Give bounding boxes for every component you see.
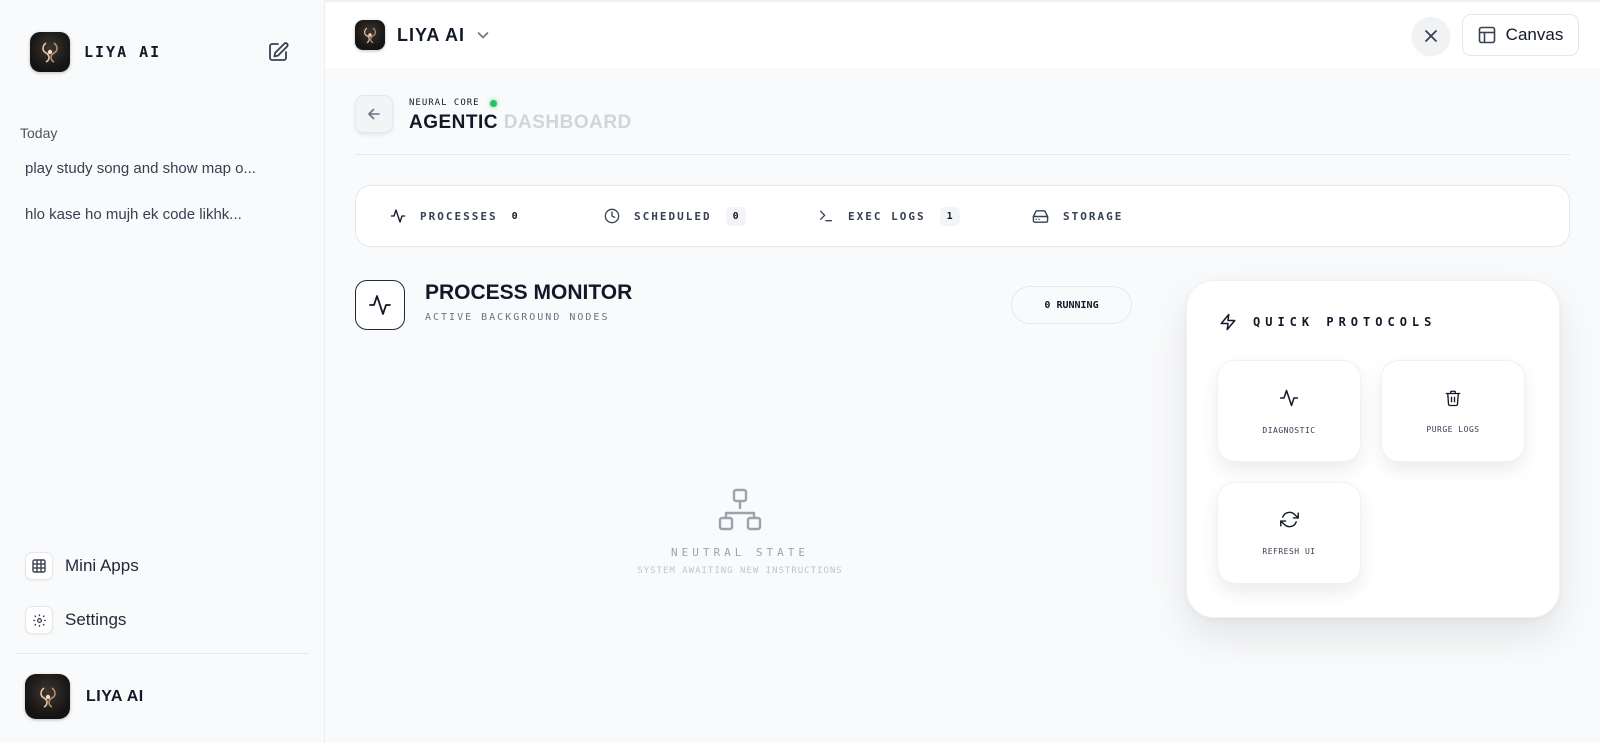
chat-history-item[interactable]: play study song and show map o... [25, 160, 285, 177]
tab-count: 1 [939, 206, 960, 226]
activity-icon [355, 280, 405, 330]
user-name: LIYA AI [86, 687, 144, 705]
close-icon [1425, 30, 1437, 42]
terminal-icon [820, 210, 832, 222]
tab-count: 0 [725, 206, 746, 226]
page-title-faded: DASHBOARD [503, 112, 632, 133]
quick-protocols-panel: QUICK PROTOCOLS DIAGNOSTIC PURGE LOGS RE… [1186, 280, 1560, 618]
diagnostic-label: DIAGNOSTIC [1262, 425, 1316, 435]
dashboard-tabs: PROCESSES 0 SCHEDULED 0 EXEC LOGS 1 STOR… [355, 185, 1570, 247]
top-bar: LIYA AI Canvas [325, 0, 1600, 68]
page-eyebrow: NEURAL CORE [409, 98, 497, 108]
model-name: LIYA AI [397, 24, 466, 45]
lightning-icon [1220, 313, 1236, 331]
purge-logs-label: PURGE LOGS [1426, 424, 1480, 434]
clock-icon [604, 208, 620, 224]
process-monitor-title: PROCESS MONITOR [425, 281, 633, 304]
activity-icon [1279, 389, 1299, 406]
process-monitor-subtitle: ACTIVE BACKGROUND NODES [425, 312, 610, 323]
activity-icon [390, 209, 406, 223]
running-count-badge: 0 RUNNING [1011, 286, 1132, 324]
sidebar-brand[interactable]: LIYA AI [30, 32, 161, 72]
sidebar-item-label: Settings [65, 610, 127, 629]
back-button[interactable] [355, 95, 393, 133]
arrow-left-icon [368, 108, 380, 120]
new-chat-button[interactable] [266, 40, 290, 64]
online-status-dot [489, 99, 497, 107]
edit-icon [269, 42, 289, 61]
dashboard-main: NEURAL CORE AGENTIC DASHBOARD PROCESSES … [325, 68, 1600, 743]
refresh-icon [1279, 511, 1299, 528]
network-icon [718, 488, 762, 531]
tab-storage[interactable]: STORAGE [1032, 186, 1123, 246]
sidebar-section-today: Today [20, 125, 58, 141]
sidebar-item-label: Mini Apps [65, 556, 139, 575]
tab-exec-logs[interactable]: EXEC LOGS 1 [818, 186, 960, 246]
page-title-main: AGENTIC [409, 112, 498, 133]
trash-icon [1445, 390, 1461, 406]
canvas-label: Canvas [1505, 25, 1564, 44]
chevron-down-icon [477, 32, 489, 39]
tab-label: EXEC LOGS [848, 209, 926, 223]
hard-drive-icon [1032, 209, 1049, 223]
tab-processes[interactable]: PROCESSES 0 [390, 186, 518, 246]
sidebar-divider [16, 653, 309, 654]
grid-icon [25, 552, 53, 580]
tab-label: SCHEDULED [634, 209, 712, 223]
gear-icon [25, 606, 53, 634]
quick-protocols-title: QUICK PROTOCOLS [1219, 313, 1436, 331]
sidebar-brand-name: LIYA AI [84, 43, 162, 61]
layout-icon [1478, 26, 1495, 44]
brand-logo-icon [30, 32, 70, 72]
tab-label: PROCESSES [420, 209, 498, 223]
chat-history-item[interactable]: hlo kase ho mujh ek code likhk... [25, 206, 285, 223]
canvas-button[interactable]: Canvas [1462, 14, 1579, 56]
eyebrow-text: NEURAL CORE [409, 98, 480, 108]
header-divider [355, 154, 1570, 155]
tab-label: STORAGE [1063, 209, 1124, 223]
model-selector[interactable]: LIYA AI [355, 20, 491, 50]
sidebar: LIYA AI Today play study song and show m… [0, 0, 325, 743]
sidebar-item-settings[interactable]: Settings [25, 606, 126, 634]
sidebar-item-mini-apps[interactable]: Mini Apps [25, 552, 139, 580]
diagnostic-button[interactable]: DIAGNOSTIC [1217, 360, 1361, 462]
avatar [25, 674, 70, 719]
user-profile[interactable]: LIYA AI [25, 674, 144, 719]
page-title: AGENTIC DASHBOARD [409, 112, 632, 134]
purge-logs-button[interactable]: PURGE LOGS [1381, 360, 1525, 462]
empty-state-title: NEUTRAL STATE [670, 546, 810, 559]
quick-protocols-label: QUICK PROTOCOLS [1253, 315, 1437, 329]
empty-state-subtitle: SYSTEM AWAITING NEW INSTRUCTIONS [637, 566, 843, 576]
refresh-ui-label: REFRESH UI [1262, 547, 1316, 556]
tab-scheduled[interactable]: SCHEDULED 0 [604, 186, 746, 246]
close-button[interactable] [1412, 17, 1450, 55]
tab-count: 0 [511, 210, 518, 222]
brand-logo-icon [355, 20, 385, 50]
refresh-ui-button[interactable]: REFRESH UI [1217, 482, 1361, 584]
